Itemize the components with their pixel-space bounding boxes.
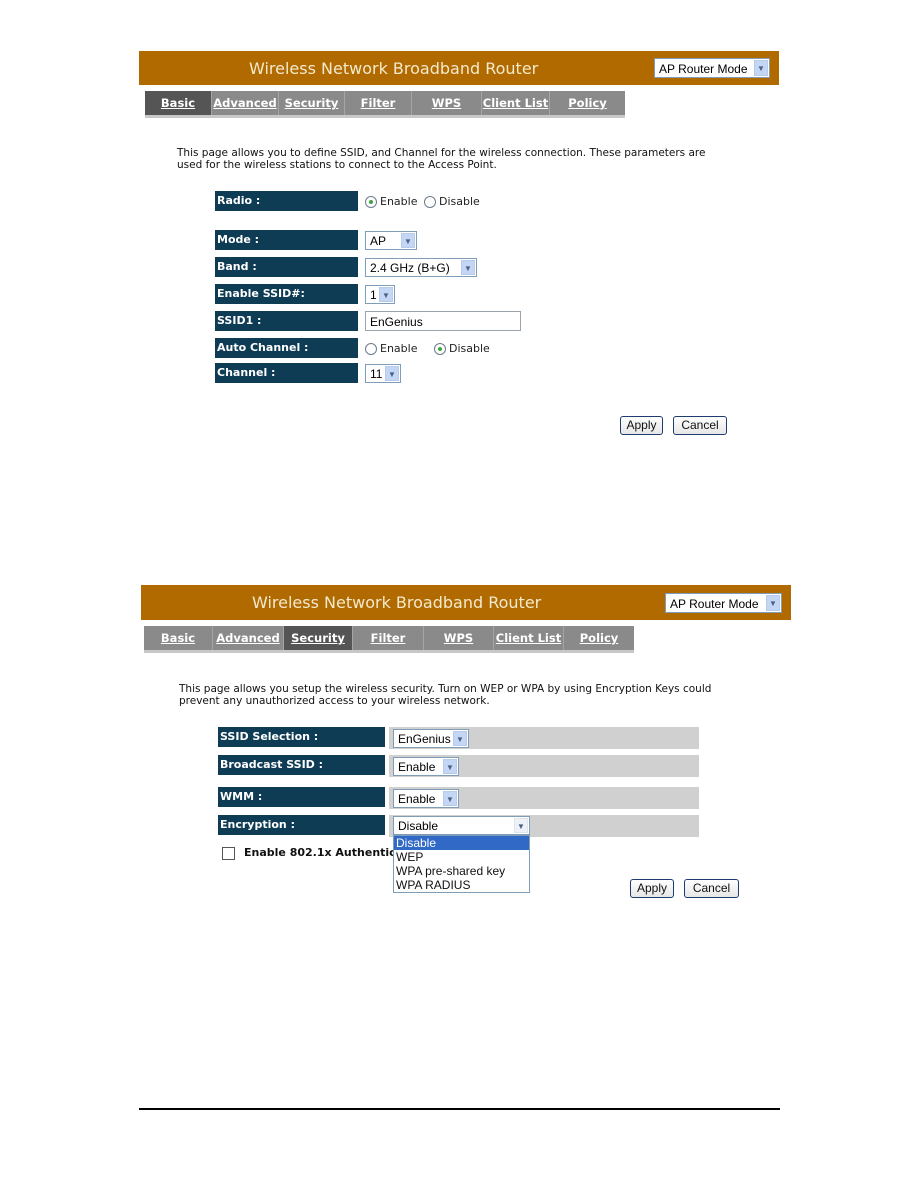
tab-advanced[interactable]: Advanced	[213, 626, 284, 650]
chevron-down-icon: ▼	[453, 731, 467, 746]
tab-advanced[interactable]: Advanced	[212, 91, 279, 115]
encryption-option-disable[interactable]: Disable	[394, 836, 529, 850]
enable-ssid-label: Enable SSID#:	[215, 284, 358, 304]
mode-select[interactable]: AP Router Mode ▼	[654, 58, 770, 78]
wmm-label: WMM :	[218, 787, 385, 807]
router-title: Wireless Network Broadband Router	[252, 593, 542, 612]
header-banner: Wireless Network Broadband Router AP Rou…	[141, 585, 791, 620]
broadcast-ssid-value: Enable	[398, 760, 436, 774]
band-label: Band :	[215, 257, 358, 277]
encryption-option-wpa-psk[interactable]: WPA pre-shared key	[394, 864, 529, 878]
chevron-down-icon: ▼	[401, 233, 415, 248]
broadcast-ssid-label: Broadcast SSID :	[218, 755, 385, 775]
broadcast-ssid-dropdown[interactable]: Enable ▼	[393, 757, 459, 776]
mode-select-value: AP Router Mode	[670, 597, 759, 611]
chevron-down-icon: ▼	[461, 260, 475, 275]
wmm-value: Enable	[398, 792, 436, 806]
ssid1-label: SSID1 :	[215, 311, 358, 331]
encryption-options-list: Disable WEP WPA pre-shared key WPA RADIU…	[393, 835, 530, 893]
tab-bar: Basic Advanced Security Filter WPS Clien…	[144, 626, 634, 653]
auto-channel-disable-option[interactable]: Disable	[434, 342, 490, 355]
enable-ssid-dropdown[interactable]: 1 ▼	[365, 285, 395, 304]
page-description: This page allows you setup the wireless …	[179, 683, 712, 707]
ssid-selection-value: EnGenius	[398, 732, 451, 746]
auto-channel-label: Auto Channel :	[215, 338, 358, 358]
header-banner: Wireless Network Broadband Router AP Rou…	[139, 51, 779, 85]
footer-rule	[139, 1108, 780, 1110]
auto-channel-enable-text: Enable	[380, 342, 418, 355]
ssid1-value: EnGenius	[370, 315, 423, 329]
band-value: 2.4 GHz (B+G)	[370, 261, 450, 275]
page-description: This page allows you to define SSID, and…	[177, 147, 706, 171]
tab-bar: Basic Advanced Security Filter WPS Clien…	[145, 91, 625, 118]
tab-policy[interactable]: Policy	[564, 626, 634, 650]
tab-basic[interactable]: Basic	[144, 626, 213, 650]
tab-filter[interactable]: Filter	[345, 91, 412, 115]
chevron-down-icon: ▼	[754, 60, 768, 76]
radio-disable-option[interactable]: Disable	[424, 195, 480, 208]
mode-value: AP	[370, 234, 387, 248]
auto-channel-disable-text: Disable	[449, 342, 490, 355]
tab-security[interactable]: Security	[279, 91, 345, 115]
channel-dropdown[interactable]: 11 ▼	[365, 364, 401, 383]
ssid-selection-label: SSID Selection :	[218, 727, 385, 747]
ssid1-input[interactable]: EnGenius	[365, 311, 521, 331]
encryption-option-wep[interactable]: WEP	[394, 850, 529, 864]
encryption-value: Disable	[398, 819, 439, 833]
enable-8021x-checkbox[interactable]	[222, 847, 235, 860]
radio-disable-text: Disable	[439, 195, 480, 208]
radio-button-selected[interactable]	[434, 342, 446, 355]
tab-security[interactable]: Security	[284, 626, 353, 650]
chevron-down-icon: ▼	[766, 595, 780, 611]
mode-select-value: AP Router Mode	[659, 62, 748, 76]
tab-client-list[interactable]: Client List	[482, 91, 550, 115]
cancel-button[interactable]: Cancel	[684, 879, 739, 898]
channel-label: Channel :	[215, 363, 358, 383]
cancel-button[interactable]: Cancel	[673, 416, 727, 435]
chevron-down-icon: ▼	[443, 791, 457, 806]
radio-enable-option[interactable]: Enable	[365, 195, 417, 208]
router-title: Wireless Network Broadband Router	[249, 59, 539, 78]
mode-label: Mode :	[215, 230, 358, 250]
radio-button[interactable]	[365, 342, 377, 355]
enable-ssid-value: 1	[370, 288, 377, 302]
chevron-down-icon: ▼	[443, 759, 457, 774]
chevron-down-icon: ▼	[379, 287, 393, 302]
tab-policy[interactable]: Policy	[550, 91, 625, 115]
band-dropdown[interactable]: 2.4 GHz (B+G) ▼	[365, 258, 477, 277]
encryption-option-wpa-radius[interactable]: WPA RADIUS	[394, 878, 529, 892]
tab-wps[interactable]: WPS	[424, 626, 494, 650]
tab-basic[interactable]: Basic	[145, 91, 212, 115]
wmm-dropdown[interactable]: Enable ▼	[393, 789, 459, 808]
mode-select[interactable]: AP Router Mode ▼	[665, 593, 782, 613]
channel-value: 11	[370, 367, 383, 381]
radio-label: Radio :	[215, 191, 358, 211]
apply-button[interactable]: Apply	[620, 416, 663, 435]
tab-wps[interactable]: WPS	[412, 91, 482, 115]
encryption-dropdown[interactable]: Disable ▼	[393, 816, 530, 835]
radio-enable-text: Enable	[380, 195, 418, 208]
radio-button-selected[interactable]	[365, 195, 377, 208]
tab-filter[interactable]: Filter	[353, 626, 424, 650]
ssid-selection-dropdown[interactable]: EnGenius ▼	[393, 729, 469, 748]
radio-button[interactable]	[424, 195, 436, 208]
chevron-down-icon: ▼	[514, 818, 528, 833]
auto-channel-enable-option[interactable]: Enable	[365, 342, 417, 355]
encryption-label: Encryption :	[218, 815, 385, 835]
tab-client-list[interactable]: Client List	[494, 626, 564, 650]
apply-button[interactable]: Apply	[630, 879, 674, 898]
mode-dropdown[interactable]: AP ▼	[365, 231, 417, 250]
chevron-down-icon: ▼	[385, 366, 399, 381]
